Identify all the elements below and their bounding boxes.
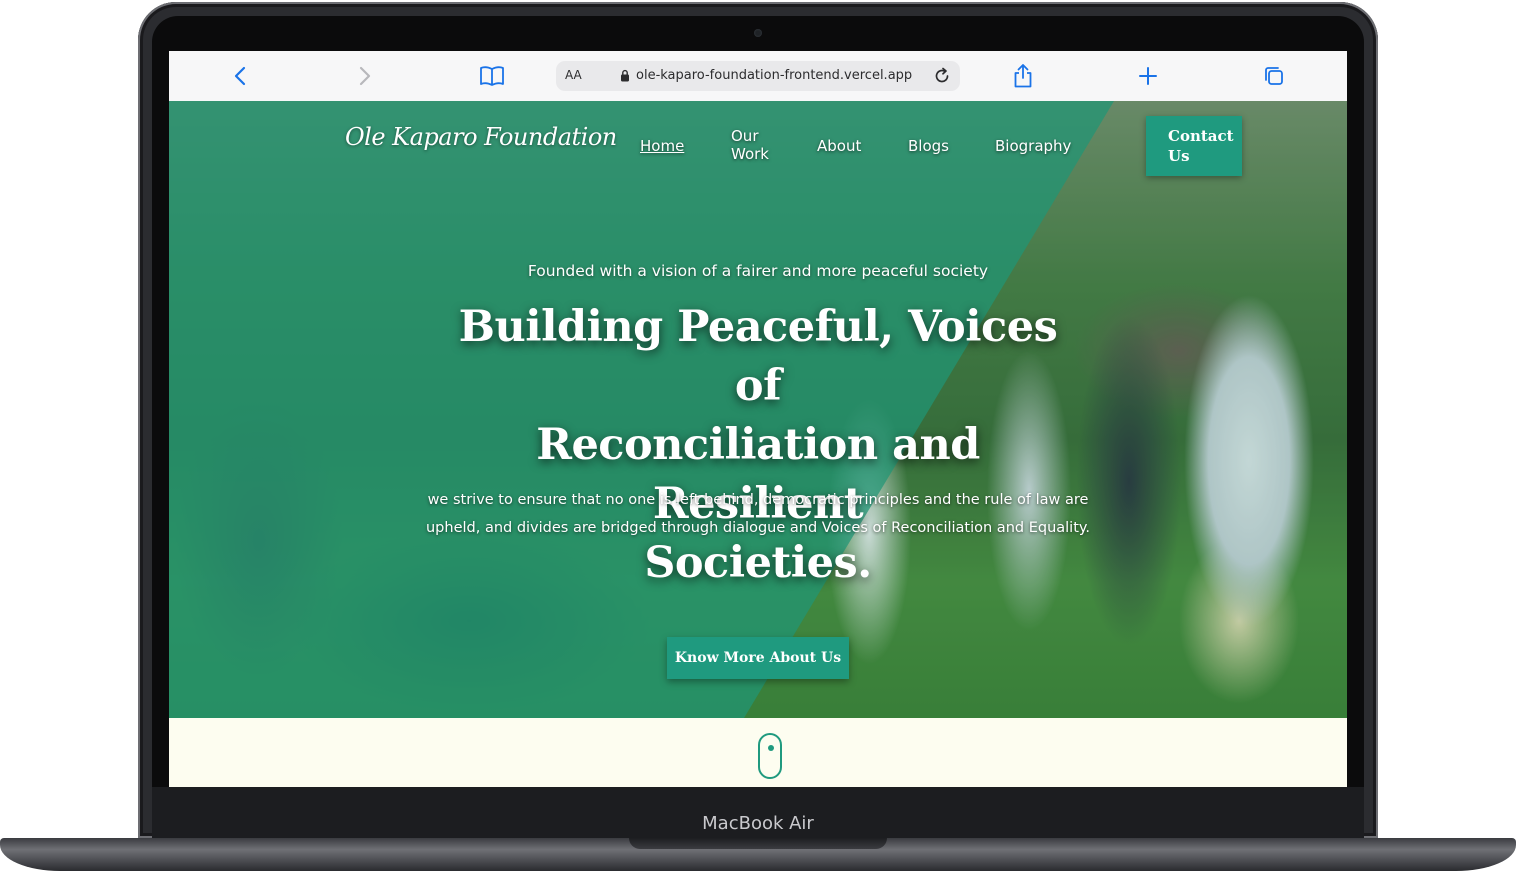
url-text: ole-kaparo-foundation-frontend.vercel.ap… (636, 68, 913, 83)
nav-home-label: Home (640, 137, 685, 155)
hero-description: we strive to ensure that no one is left … (383, 486, 1133, 542)
nav-about[interactable]: About (817, 137, 861, 155)
chevron-right-icon (359, 66, 371, 86)
book-icon (480, 66, 504, 86)
nav-about-label: About (817, 137, 862, 155)
chevron-left-icon (234, 66, 246, 86)
share-button[interactable] (1010, 63, 1036, 89)
nav-biography[interactable]: Biography (995, 137, 1071, 155)
site-logo[interactable]: Ole Kaparo Foundation (345, 123, 617, 151)
hero-description-line2: upheld, and divides are bridged through … (425, 520, 1091, 536)
contact-us-line1: Contact (1168, 127, 1234, 145)
reload-icon[interactable] (932, 66, 952, 86)
forward-button[interactable] (352, 63, 378, 89)
laptop-base-notch (629, 838, 887, 849)
contact-us-line2: Us (1168, 147, 1190, 165)
back-button[interactable] (227, 63, 253, 89)
nav-biography-label: Biography (995, 137, 1072, 155)
plus-icon (1139, 67, 1157, 85)
browser-screen: AA ole-kaparo-foundation-frontend.vercel… (169, 51, 1347, 787)
share-icon (1014, 64, 1032, 88)
nav-our-work-line2: Work (731, 145, 769, 163)
hero-title-line3: Societies. (644, 538, 872, 588)
tabs-overview-button[interactable] (1261, 63, 1287, 89)
nav-home[interactable]: Home (640, 137, 684, 155)
tabs-icon (1265, 67, 1283, 85)
address-bar[interactable]: AA ole-kaparo-foundation-frontend.vercel… (556, 61, 960, 91)
lock-icon (621, 69, 629, 82)
nav-blogs[interactable]: Blogs (908, 137, 949, 155)
bookmarks-button[interactable] (479, 63, 505, 89)
device-model-label: MacBook Air (702, 813, 814, 834)
scroll-down-icon[interactable] (758, 733, 782, 779)
camera-icon (754, 29, 762, 37)
hero-subtitle: Founded with a vision of a fairer and mo… (527, 262, 989, 280)
hero-section: Ole Kaparo Foundation Home Our Work Abou… (169, 101, 1347, 718)
hero-title-line1: Building Peaceful, Voices of (458, 302, 1058, 411)
nav-our-work[interactable]: Our Work (731, 127, 769, 163)
browser-toolbar: AA ole-kaparo-foundation-frontend.vercel… (169, 51, 1347, 102)
reader-mode-button[interactable]: AA (565, 68, 582, 82)
hero-title: Building Peaceful, Voices of Reconciliat… (448, 298, 1068, 593)
scroll-wheel-dot (768, 745, 774, 751)
hero-description-line1: we strive to ensure that no one is left … (427, 492, 1089, 508)
nav-our-work-line1: Our (731, 127, 759, 145)
nav-blogs-label: Blogs (908, 137, 949, 155)
new-tab-button[interactable] (1135, 63, 1161, 89)
contact-us-button[interactable]: Contact Us (1146, 116, 1242, 176)
know-more-button[interactable]: Know More About Us (667, 637, 849, 679)
